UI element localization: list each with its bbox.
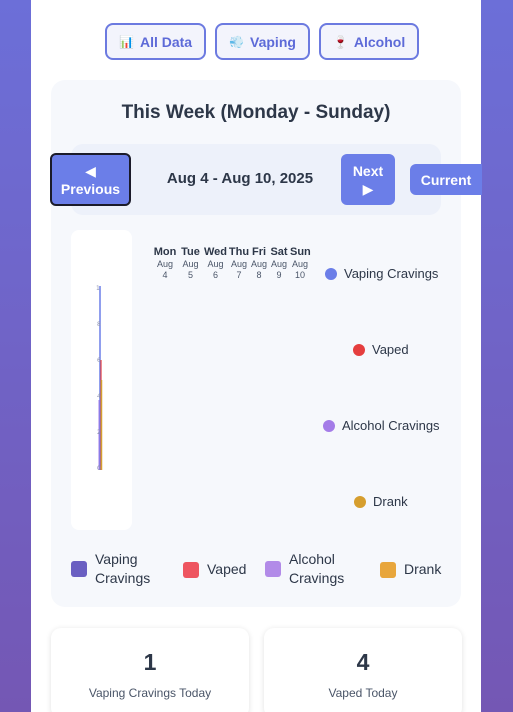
filter-alcohol-button[interactable]: 🍷 Alcohol — [318, 23, 420, 60]
vape-icon: 💨 — [229, 34, 245, 49]
legend-text: Vaping Cravings — [95, 551, 151, 586]
day-name: Sun — [290, 246, 311, 258]
day-label: Sat Aug 9 — [268, 246, 290, 281]
y-tick: 6 — [97, 357, 101, 364]
day-date: 6 — [212, 270, 218, 280]
day-date: 9 — [276, 270, 282, 280]
legend-dot — [353, 343, 365, 356]
legend-swatch — [265, 561, 281, 577]
legend-dot — [354, 495, 366, 508]
legend-dot — [325, 267, 337, 280]
week-range: Aug 4 - Aug 10, 2025 — [166, 170, 314, 187]
legend-label: Alcohol Cravings — [342, 418, 440, 433]
next-label: Next — [352, 162, 384, 179]
stat-value: 4 — [356, 649, 370, 675]
day-month: Aug — [182, 259, 199, 269]
bottom-legend-drank[interactable]: Drank — [380, 560, 441, 579]
legend-dot — [323, 419, 335, 432]
legend-label: Vaping Cravings — [344, 266, 439, 281]
legend-text: Drank — [404, 561, 442, 577]
stat-value: 1 — [143, 649, 157, 675]
week-navigation: ◀ Previous Aug 4 - Aug 10, 2025 Next ▶ C… — [50, 144, 482, 215]
weekly-panel: This Week (Monday - Sunday) ◀ Previous A… — [50, 80, 482, 607]
day-date: 8 — [256, 270, 262, 280]
y-tick: 2 — [97, 429, 101, 436]
legend-item-vaped[interactable]: Vaped — [353, 342, 409, 357]
next-week-button[interactable]: Next ▶ — [341, 154, 395, 205]
y-tick: 4 — [97, 393, 101, 400]
filter-vaping-button[interactable]: 💨 Vaping — [215, 23, 310, 60]
day-month: Aug — [291, 259, 308, 269]
day-date: 4 — [162, 270, 168, 280]
legend-item-drank[interactable]: Drank — [354, 494, 408, 509]
day-date: 7 — [236, 270, 242, 280]
stat-card-vaping-cravings: 1 Vaping Cravings Today — [51, 628, 249, 712]
day-month: Aug — [270, 259, 287, 269]
legend-item-vaping-cravings[interactable]: Vaping Cravings — [325, 266, 438, 281]
current-week-button[interactable]: Current — [410, 164, 482, 195]
filter-bar: 📊 All Data 💨 Vaping 🍷 Alcohol — [105, 23, 420, 60]
day-name: Tue — [181, 246, 200, 258]
bottom-legend: Vaping Cravings Vaped Alcohol Cravings Dra… — [71, 550, 451, 590]
day-name: Wed — [203, 246, 228, 258]
chart-icon: 📊 — [119, 34, 134, 49]
day-label: Mon Aug 4 — [152, 246, 178, 281]
day-label: Fri Aug 8 — [250, 246, 268, 281]
filter-label: All Data — [139, 33, 193, 50]
legend-item-alcohol-cravings[interactable]: Alcohol Cravings — [323, 418, 440, 433]
legend-swatch — [380, 561, 396, 578]
left-arrow-icon: ◀ — [85, 162, 96, 179]
stat-label: Vaped Today — [328, 686, 398, 700]
y-tick: 0 — [97, 465, 101, 472]
stat-card-vaped: 4 Vaped Today — [264, 628, 462, 712]
day-name: Fri — [251, 246, 267, 258]
legend-swatch — [183, 561, 199, 578]
legend-swatch — [71, 561, 87, 577]
legend-text: Vaped — [207, 561, 247, 577]
panel-title: This Week (Monday - Sunday) — [121, 102, 391, 123]
day-name: Thu — [228, 246, 250, 258]
day-month: Aug — [156, 259, 173, 269]
bottom-legend-alcohol-cravings[interactable]: Alcohol Cravings — [265, 550, 344, 588]
filter-label: Alcohol — [353, 33, 406, 50]
legend-label: Vaped — [372, 342, 409, 357]
day-name: Sat — [270, 246, 288, 258]
legend-text: Alcohol Cravings — [289, 551, 345, 586]
filter-label: Vaping — [250, 33, 296, 50]
collapsed-chart: 1 8 6 4 2 0 — [96, 285, 103, 472]
day-label: Thu Aug 7 — [228, 246, 250, 281]
tracker-card: 📊 All Data 💨 Vaping 🍷 Alcohol This Week … — [31, 0, 482, 712]
bottom-legend-vaped[interactable]: Vaped — [183, 560, 246, 579]
y-tick: 8 — [97, 321, 101, 328]
day-month: Aug — [230, 259, 247, 269]
day-label: Sun Aug 10 — [290, 246, 311, 281]
stat-label: Vaping Cravings Today — [88, 686, 212, 700]
day-label: Tue Aug 5 — [178, 246, 203, 281]
bottom-legend-vaping-cravings[interactable]: Vaping Cravings — [71, 550, 150, 588]
chart-canvas: 1 8 6 4 2 0 — [71, 230, 132, 530]
legend-label: Drank — [373, 494, 408, 509]
day-month: Aug — [207, 259, 224, 269]
day-date: 5 — [187, 270, 193, 280]
right-arrow-icon: ▶ — [362, 180, 374, 197]
day-label: Wed Aug 6 — [203, 246, 228, 281]
day-labels: Mon Aug 4 Tue Aug 5 Wed Aug 6 Thu Aug 7 Fri Aug 8 Sat Au… — [152, 246, 311, 281]
y-tick: 1 — [96, 285, 100, 292]
filter-all-data-button[interactable]: 📊 All Data — [105, 23, 207, 60]
day-date: 10 — [294, 270, 305, 280]
previous-week-button[interactable]: ◀ Previous — [50, 153, 131, 206]
day-name: Mon — [153, 246, 177, 258]
wine-icon: 🍷 — [332, 34, 348, 49]
day-month: Aug — [250, 259, 267, 269]
previous-label: Previous — [60, 180, 121, 197]
